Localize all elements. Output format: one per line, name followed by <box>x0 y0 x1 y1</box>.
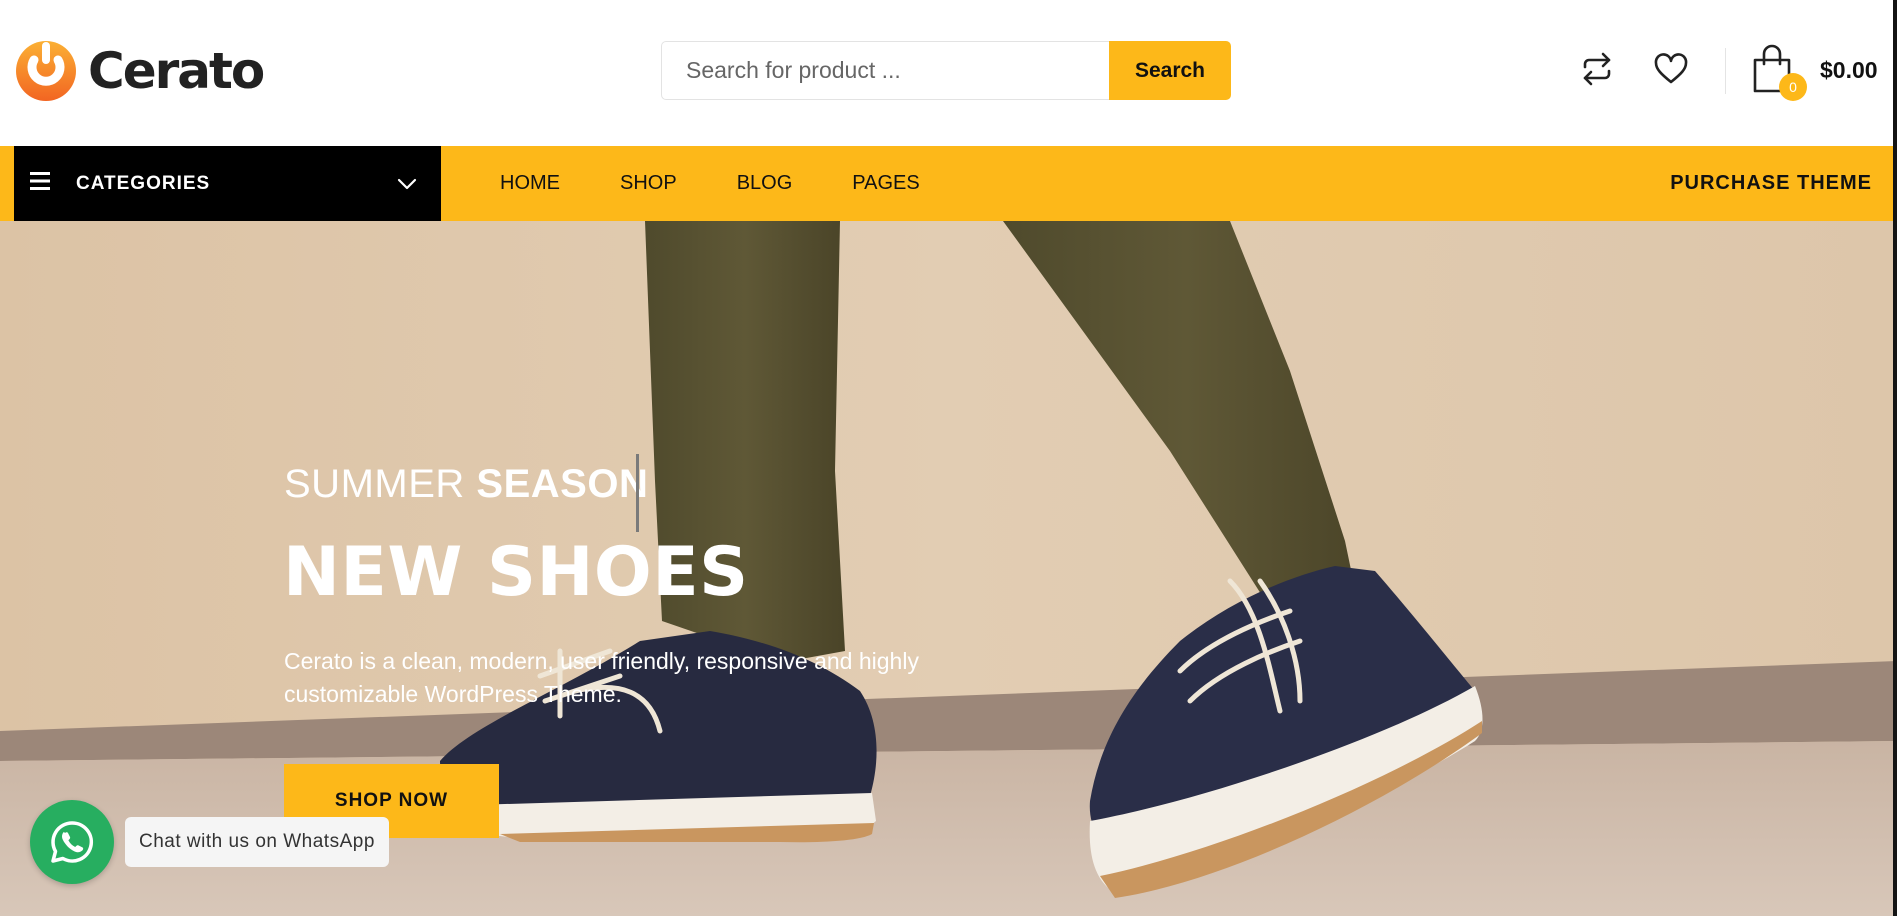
purchase-theme-link[interactable]: PURCHASE THEME <box>1670 146 1872 221</box>
compare-icon[interactable] <box>1577 49 1617 89</box>
cart-total: $0.00 <box>1820 56 1878 83</box>
page: Cerato Search for product ... Search 0 $… <box>0 0 1897 916</box>
site-header: Cerato Search for product ... Search 0 $… <box>0 0 1897 146</box>
logo-link[interactable]: Cerato <box>14 40 265 102</box>
hamburger-icon <box>30 172 50 190</box>
hero-eyebrow-bold: SEASON <box>476 462 649 506</box>
hero-description: Cerato is a clean, modern, user friendly… <box>284 648 919 707</box>
hero-slider: SUMMER SEASON NEW SHOES Cerato is a clea… <box>0 221 1897 916</box>
heart-icon[interactable] <box>1651 49 1691 89</box>
cart-count-badge: 0 <box>1779 73 1807 101</box>
hero-eyebrow-light: SUMMER <box>284 462 465 506</box>
header-divider <box>1725 48 1726 94</box>
hero-title: NEW SHOES <box>283 533 749 612</box>
whatsapp-button[interactable] <box>30 800 114 884</box>
typing-caret <box>636 454 639 532</box>
categories-label: CATEGORIES <box>76 173 211 194</box>
cart-button[interactable]: 0 $0.00 <box>1752 44 1878 101</box>
whatsapp-icon <box>51 821 94 863</box>
main-navbar: CATEGORIES HOME SHOP BLOG PAGES PURCHASE… <box>0 146 1897 221</box>
nav-menu: HOME SHOP BLOG PAGES <box>500 146 980 221</box>
logo-icon <box>16 41 76 101</box>
nav-item-blog[interactable]: BLOG <box>737 146 793 221</box>
search-input[interactable] <box>661 41 1109 100</box>
chevron-down-icon <box>397 178 417 190</box>
search-form: Search <box>661 41 1231 100</box>
search-button[interactable]: Search <box>1109 41 1231 100</box>
categories-dropdown[interactable]: CATEGORIES <box>14 146 441 221</box>
whatsapp-chat-label[interactable]: Chat with us on WhatsApp <box>125 817 389 867</box>
logo-text: Cerato <box>88 42 265 100</box>
shopping-bag-icon: 0 <box>1752 44 1807 101</box>
hero-eyebrow: SUMMER SEASON <box>284 462 648 507</box>
nav-item-shop[interactable]: SHOP <box>620 146 677 221</box>
nav-item-pages[interactable]: PAGES <box>852 146 919 221</box>
nav-item-home[interactable]: HOME <box>500 146 560 221</box>
window-edge <box>1893 0 1897 916</box>
